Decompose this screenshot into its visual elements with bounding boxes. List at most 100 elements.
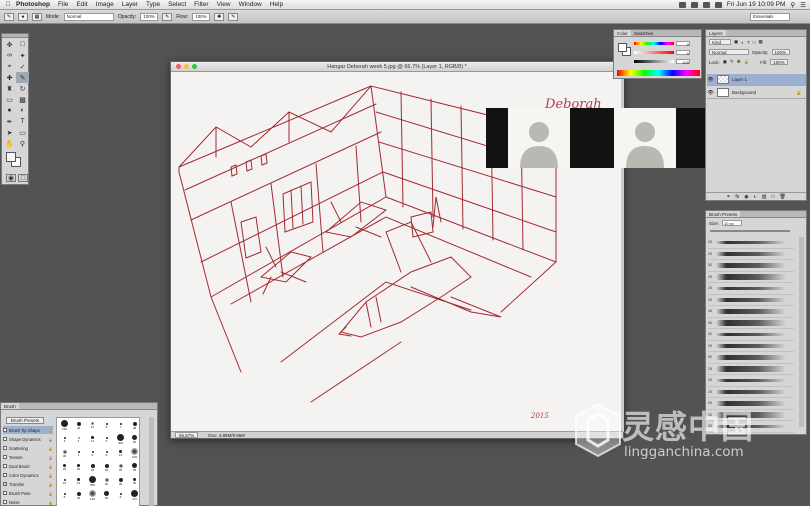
brush-tip[interactable]: 150 bbox=[58, 419, 71, 432]
brush-option-color-dynamics[interactable]: Color Dynamics 🔒 bbox=[3, 471, 53, 479]
menu-layer[interactable]: Layer bbox=[122, 1, 138, 8]
filter-pixel-icon[interactable]: ▣ bbox=[734, 39, 738, 45]
flow-field[interactable]: 100% bbox=[192, 12, 211, 21]
brush-tip[interactable]: 126 bbox=[86, 489, 99, 502]
link-layers-icon[interactable]: ⚭ bbox=[726, 194, 730, 200]
brush-option-brush-tip-shape[interactable]: Brush Tip Shape 🔒 bbox=[3, 426, 53, 434]
layer-name[interactable]: Layer 1 bbox=[732, 77, 747, 82]
quick-mask-icon[interactable]: ◉ bbox=[6, 174, 16, 182]
saturation-value[interactable]: 0 bbox=[676, 50, 690, 56]
brush-option-checkbox[interactable] bbox=[3, 446, 7, 450]
adjustment-icon[interactable]: ◐ bbox=[754, 194, 757, 200]
quick-select-tool-icon[interactable]: ✦ bbox=[16, 50, 29, 61]
brush-tip[interactable]: 30 bbox=[58, 447, 71, 460]
brush-option-dual-brush[interactable]: Dual Brush 🔒 bbox=[3, 462, 53, 470]
layer-opacity-field[interactable]: 100% bbox=[771, 49, 790, 55]
brush-preset-item[interactable]: 25 bbox=[708, 421, 794, 433]
brush-tip[interactable]: 7 bbox=[114, 419, 127, 432]
healing-tool-icon[interactable]: ✚ bbox=[3, 72, 16, 83]
lock-all-icon[interactable]: 🔒 bbox=[744, 59, 750, 65]
brush-preset-item[interactable]: 50 bbox=[708, 352, 794, 364]
brush-tip[interactable]: 4 bbox=[72, 433, 85, 446]
brush-preset-item[interactable]: 25 bbox=[708, 341, 794, 352]
brush-tip[interactable]: 115 bbox=[128, 489, 141, 502]
color-spectrum[interactable] bbox=[617, 70, 700, 76]
brush-tip[interactable]: 1 bbox=[72, 447, 85, 460]
spotlight-icon[interactable]: ⚲ bbox=[790, 1, 795, 9]
brush-size-slider[interactable] bbox=[710, 230, 790, 232]
visibility-eye-icon[interactable]: 👁 bbox=[707, 77, 714, 83]
brightness-slider[interactable]: 100 bbox=[634, 59, 700, 65]
lock-transparency-icon[interactable]: ▣ bbox=[723, 59, 727, 65]
brush-presets-scrollbar[interactable] bbox=[799, 237, 804, 427]
brush-tip[interactable]: 4 bbox=[58, 433, 71, 446]
brush-presets-button[interactable]: Brush Presets bbox=[6, 417, 44, 424]
brush-tip[interactable]: 20 bbox=[128, 475, 141, 488]
brush-option-texture[interactable]: Texture 🔒 bbox=[3, 453, 53, 461]
brush-panel-toggle-icon[interactable]: ▦ bbox=[32, 12, 42, 21]
wifi-icon[interactable] bbox=[678, 1, 686, 8]
lock-position-icon[interactable]: ✥ bbox=[737, 59, 741, 65]
blur-tool-icon[interactable]: ● bbox=[3, 105, 16, 116]
brush-option-checkbox[interactable]: ✓ bbox=[3, 482, 7, 486]
pressure-opacity-icon[interactable]: ✎ bbox=[162, 12, 173, 21]
brush-preset-item[interactable]: 32 bbox=[708, 329, 794, 341]
clock[interactable]: Fri Jun 19 10:09 PM bbox=[727, 1, 786, 8]
battery-icon[interactable] bbox=[702, 1, 710, 8]
brush-tip[interactable]: 300 bbox=[114, 433, 127, 446]
brush-tip[interactable]: 9 bbox=[114, 489, 127, 502]
brush-tip[interactable]: 20 bbox=[58, 461, 71, 474]
brush-tip[interactable]: 5 bbox=[100, 419, 113, 432]
brush-preset-item[interactable]: 30 bbox=[708, 260, 794, 272]
opacity-field[interactable]: 100% bbox=[140, 12, 159, 21]
stamp-tool-icon[interactable]: ♜ bbox=[3, 83, 16, 94]
brush-tip[interactable]: 32 bbox=[72, 419, 85, 432]
brush-option-checkbox[interactable] bbox=[3, 491, 7, 495]
airbrush-icon[interactable]: ✺ bbox=[214, 12, 225, 21]
lock-icon[interactable]: 🔒 bbox=[48, 491, 53, 496]
brush-tip[interactable]: 40 bbox=[72, 489, 85, 502]
group-folder-icon[interactable]: ▧ bbox=[762, 194, 767, 200]
brush-option-noise[interactable]: Noise 🔒 bbox=[3, 498, 53, 506]
menu-select[interactable]: Select bbox=[168, 1, 186, 8]
hue-value[interactable]: 0 bbox=[676, 41, 690, 47]
brush-option-brush-pose[interactable]: Brush Pose 🔒 bbox=[3, 489, 53, 497]
zoom-tool-icon[interactable]: ⚲ bbox=[16, 138, 29, 149]
color-foreground-swatch[interactable] bbox=[618, 43, 627, 52]
brush-tool-icon[interactable]: ✎ bbox=[16, 72, 29, 83]
hand-tool-icon[interactable]: ✋ bbox=[3, 138, 16, 149]
brush-tip[interactable]: 25 bbox=[114, 461, 127, 474]
brush-tip[interactable]: 45 bbox=[128, 461, 141, 474]
brush-tip[interactable]: 13 bbox=[86, 419, 99, 432]
brush-tip[interactable]: 13 bbox=[114, 447, 127, 460]
lock-icon[interactable]: 🔒 bbox=[48, 500, 53, 505]
shape-tool-icon[interactable]: ▭ bbox=[16, 127, 29, 138]
brush-tip[interactable]: 6 bbox=[100, 447, 113, 460]
brush-preset-item[interactable]: 25 bbox=[708, 410, 794, 421]
brush-preset-item[interactable]: 25 bbox=[708, 364, 794, 375]
foreground-color-swatch[interactable] bbox=[6, 152, 16, 162]
brush-tip[interactable]: 30 bbox=[114, 475, 127, 488]
pen-tool-icon[interactable]: ✒ bbox=[3, 116, 16, 127]
lock-icon[interactable]: 🔒 bbox=[48, 428, 53, 433]
layer-name[interactable]: Background bbox=[732, 90, 756, 95]
brush-preset-item[interactable]: 36 bbox=[708, 306, 794, 318]
eraser-tool-icon[interactable]: ▭ bbox=[3, 94, 16, 105]
tab-brush[interactable]: Brush bbox=[1, 403, 19, 409]
brush-picker[interactable]: ● bbox=[18, 12, 28, 21]
lock-icon[interactable]: 🔒 bbox=[48, 482, 53, 487]
brush-tip-scrollbar[interactable] bbox=[149, 417, 154, 506]
brush-option-checkbox[interactable] bbox=[3, 437, 7, 441]
new-layer-icon[interactable]: □ bbox=[771, 194, 774, 200]
volume-icon[interactable] bbox=[690, 1, 698, 8]
mask-icon[interactable]: ◉ bbox=[744, 194, 748, 200]
brush-preset-item[interactable]: 25 bbox=[708, 398, 794, 410]
brush-tip[interactable]: 25 bbox=[86, 461, 99, 474]
brush-preset-item[interactable]: 25 bbox=[708, 375, 794, 387]
type-tool-icon[interactable]: T bbox=[16, 116, 29, 127]
path-select-tool-icon[interactable]: ➤ bbox=[3, 127, 16, 138]
brush-option-shape-dynamics[interactable]: Shape Dynamics 🔒 bbox=[3, 435, 53, 443]
history-brush-tool-icon[interactable]: ↻ bbox=[16, 83, 29, 94]
menu-image[interactable]: Image bbox=[96, 1, 114, 8]
notification-icon[interactable]: ☰ bbox=[800, 1, 806, 9]
